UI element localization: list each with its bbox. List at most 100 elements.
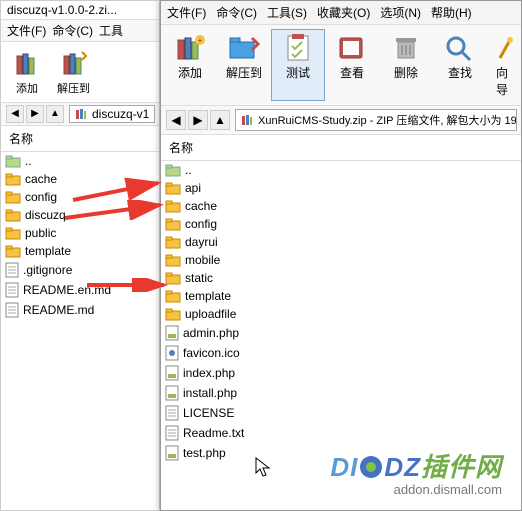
file-name: index.php bbox=[183, 366, 235, 380]
delete-button[interactable]: 删除 bbox=[379, 29, 433, 101]
extract-button[interactable]: 解压到 bbox=[51, 46, 96, 98]
up-icon bbox=[165, 163, 181, 177]
file-name: public bbox=[25, 226, 56, 240]
list-item[interactable]: README.md bbox=[1, 300, 159, 320]
file-name: config bbox=[25, 190, 57, 204]
list-item[interactable]: .gitignore bbox=[1, 260, 159, 280]
view-button[interactable]: 查看 bbox=[325, 29, 379, 101]
file-name: README.md bbox=[23, 303, 94, 317]
front-file-list: .. api cache configdayrui mobile static templa… bbox=[161, 161, 521, 463]
list-item[interactable]: install.php bbox=[161, 383, 521, 403]
list-item[interactable]: config bbox=[161, 215, 521, 233]
list-item[interactable]: LICENSE bbox=[161, 403, 521, 423]
list-item[interactable]: mobile bbox=[161, 251, 521, 269]
nav-right-button[interactable]: ▶ bbox=[188, 110, 208, 130]
magnifier-find-icon bbox=[442, 32, 478, 64]
menu-command[interactable]: 命令(C) bbox=[52, 22, 93, 39]
add-button[interactable]: + 添加 bbox=[163, 29, 217, 101]
folder-icon bbox=[5, 190, 21, 204]
folder-icon bbox=[165, 289, 181, 303]
list-item[interactable]: api bbox=[161, 179, 521, 197]
front-toolbar: + 添加 解压到 测试 查看 删除 查找 向导 bbox=[161, 25, 521, 106]
list-item[interactable]: README.en.md bbox=[1, 280, 159, 300]
archive-icon bbox=[240, 113, 254, 127]
folder-icon bbox=[165, 199, 181, 213]
file-name: template bbox=[25, 244, 71, 258]
mouse-cursor-icon bbox=[255, 457, 273, 479]
list-item[interactable]: uploadfile bbox=[161, 305, 521, 323]
file-name: discuzq bbox=[25, 208, 66, 222]
folder-icon bbox=[165, 235, 181, 249]
nav-up-button[interactable]: ▲ bbox=[46, 105, 64, 123]
menu-help[interactable]: 帮助(H) bbox=[431, 4, 472, 21]
folder-icon bbox=[5, 244, 21, 258]
menu-options[interactable]: 选项(N) bbox=[380, 4, 421, 21]
extract-label: 解压到 bbox=[57, 80, 90, 96]
archive-icon bbox=[74, 107, 88, 121]
book-view-icon bbox=[334, 32, 370, 64]
list-item[interactable]: public bbox=[1, 224, 159, 242]
list-item[interactable]: index.php bbox=[161, 363, 521, 383]
wand-wizard-icon bbox=[496, 32, 516, 64]
front-column-header[interactable]: 名称 bbox=[161, 135, 521, 161]
menu-command[interactable]: 命令(C) bbox=[216, 4, 257, 21]
back-winrar-window: discuzq-v1.0.0-2.zi... 文件(F) 命令(C) 工具 添加… bbox=[0, 0, 160, 511]
nav-left-button[interactable]: ◀ bbox=[166, 110, 186, 130]
menu-file[interactable]: 文件(F) bbox=[167, 4, 206, 21]
books-extract-icon bbox=[58, 48, 90, 80]
folder-extract-icon bbox=[226, 32, 262, 64]
list-item[interactable]: config bbox=[1, 188, 159, 206]
list-item[interactable]: .. bbox=[1, 152, 159, 170]
menu-file[interactable]: 文件(F) bbox=[7, 22, 46, 39]
svg-text:+: + bbox=[198, 36, 203, 45]
list-item[interactable]: cache bbox=[1, 170, 159, 188]
list-item[interactable]: admin.php bbox=[161, 323, 521, 343]
menu-tools[interactable]: 工具 bbox=[99, 22, 123, 39]
file-name: favicon.ico bbox=[183, 346, 240, 360]
add-button[interactable]: 添加 bbox=[5, 46, 49, 98]
file-name: README.en.md bbox=[23, 283, 111, 297]
file-name: LICENSE bbox=[183, 406, 234, 420]
file-name: .. bbox=[25, 154, 32, 168]
front-winrar-window: 文件(F) 命令(C) 工具(S) 收藏夹(O) 选项(N) 帮助(H) + 添… bbox=[160, 0, 522, 511]
list-item[interactable]: favicon.ico bbox=[161, 343, 521, 363]
menu-favorites[interactable]: 收藏夹(O) bbox=[317, 4, 370, 21]
list-item[interactable]: .. bbox=[161, 161, 521, 179]
list-item[interactable]: template bbox=[161, 287, 521, 305]
test-button[interactable]: 测试 bbox=[271, 29, 325, 101]
menu-tools[interactable]: 工具(S) bbox=[267, 4, 307, 21]
list-item[interactable]: discuzq bbox=[1, 206, 159, 224]
back-address-input[interactable]: discuzq-v1 bbox=[69, 105, 155, 123]
file-name: mobile bbox=[185, 253, 220, 267]
folder-icon bbox=[165, 253, 181, 267]
wizard-button[interactable]: 向导 bbox=[487, 29, 522, 101]
list-item[interactable]: cache bbox=[161, 197, 521, 215]
front-menu-bar: 文件(F) 命令(C) 工具(S) 收藏夹(O) 选项(N) 帮助(H) bbox=[161, 1, 521, 25]
add-label: 添加 bbox=[16, 80, 38, 96]
list-item[interactable]: template bbox=[1, 242, 159, 260]
file-name: cache bbox=[185, 199, 217, 213]
php-icon bbox=[165, 385, 179, 401]
file-name: Readme.txt bbox=[183, 426, 244, 440]
list-item[interactable]: Readme.txt bbox=[161, 423, 521, 443]
list-item[interactable]: dayrui bbox=[161, 233, 521, 251]
books-add-icon: + bbox=[172, 32, 208, 64]
extract-button[interactable]: 解压到 bbox=[217, 29, 271, 101]
back-column-header[interactable]: 名称 bbox=[1, 126, 159, 152]
file-name: api bbox=[185, 181, 201, 195]
nav-up-button[interactable]: ▲ bbox=[210, 110, 230, 130]
file-name: cache bbox=[25, 172, 57, 186]
find-button[interactable]: 查找 bbox=[433, 29, 487, 101]
file-name: static bbox=[185, 271, 213, 285]
nav-right-button[interactable]: ▶ bbox=[26, 105, 44, 123]
front-address-input[interactable]: XunRuiCMS-Study.zip - ZIP 压缩文件, 解包大小为 19… bbox=[235, 109, 517, 131]
file-name: .. bbox=[185, 163, 192, 177]
php-icon bbox=[165, 365, 179, 381]
file-icon bbox=[5, 262, 19, 278]
watermark-logo-icon bbox=[358, 454, 384, 480]
folder-icon bbox=[5, 208, 21, 222]
list-item[interactable]: static bbox=[161, 269, 521, 287]
nav-left-button[interactable]: ◀ bbox=[6, 105, 24, 123]
file-name: .gitignore bbox=[23, 263, 72, 277]
file-icon bbox=[5, 302, 19, 318]
